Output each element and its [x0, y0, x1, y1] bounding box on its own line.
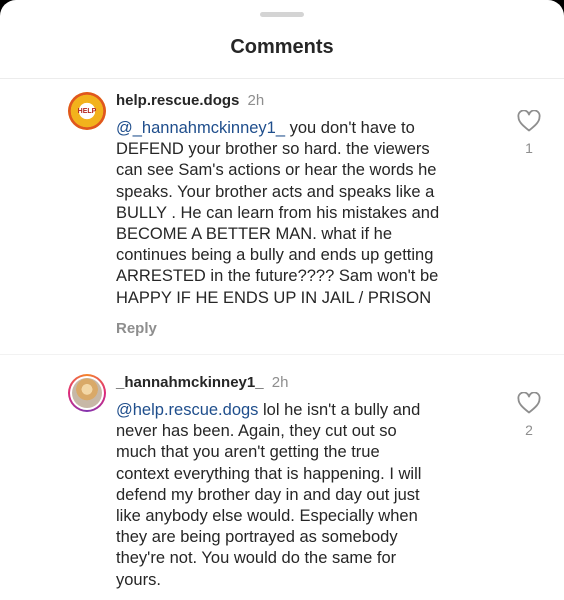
- comment-divider: [0, 354, 564, 355]
- drag-handle[interactable]: [260, 12, 304, 17]
- comment-line: continues being a bully and ends up gett…: [116, 246, 434, 265]
- avatar-ring: [70, 376, 104, 410]
- reply-button[interactable]: Reply: [116, 320, 157, 337]
- rescue-logo-icon: HELP: [68, 92, 106, 130]
- comment-line: DEFEND your brother so hard. the viewers: [116, 140, 430, 159]
- profile-photo: [72, 378, 102, 408]
- comment-line: they are being portrayed as somebody: [116, 528, 398, 547]
- page-title: Comments: [230, 36, 334, 58]
- comment-username[interactable]: help.rescue.dogs: [116, 92, 239, 109]
- comment-username[interactable]: _hannahmckinney1_: [116, 374, 264, 391]
- comments-sheet: Comments HELP help.rescue.dogs 2h @_hann…: [0, 0, 564, 600]
- comment-line: like anybody else would. Especially when: [116, 507, 418, 526]
- comment-line: defend my brother day in and day out jus…: [116, 485, 420, 504]
- like-button[interactable]: 2: [514, 392, 544, 438]
- comment-time: 2h: [271, 374, 289, 391]
- comment-text: @_hannahmckinney1_ you don't have to DEF…: [116, 118, 496, 309]
- comment-line-text: you don't have to: [285, 119, 415, 137]
- comment-meta: help.rescue.dogs 2h: [116, 92, 264, 110]
- comment-line: they're not. You would do the same for: [116, 549, 397, 568]
- avatar[interactable]: HELP: [68, 92, 106, 130]
- comment-line: ARRESTED in the future???? Sam won't be: [116, 267, 439, 286]
- comment-line: speaks. Your brother acts and speaks lik…: [116, 182, 435, 201]
- comment-line: context everything that is happening. I …: [116, 464, 422, 483]
- comment-line: never has been. Again, they cut out so: [116, 422, 397, 441]
- comment-line-text: lol he isn't a bully and: [258, 401, 421, 419]
- heart-outline-icon: [517, 110, 541, 132]
- comment-line: @help.rescue.dogs lol he isn't a bully a…: [116, 400, 496, 421]
- comment-line: much that you aren't getting the true: [116, 443, 380, 462]
- comment-text: @help.rescue.dogs lol he isn't a bully a…: [116, 400, 496, 591]
- comment-line: can see Sam's actions or hear the words …: [116, 161, 437, 180]
- comment-meta: _hannahmckinney1_ 2h: [116, 374, 288, 392]
- logo-text: HELP: [77, 107, 97, 115]
- mention-link[interactable]: @help.rescue.dogs: [116, 401, 258, 419]
- like-button[interactable]: 1: [514, 110, 544, 156]
- like-count: 2: [525, 422, 533, 438]
- comment-line: yours.: [116, 570, 161, 589]
- avatar[interactable]: [68, 374, 106, 412]
- mention-link[interactable]: @_hannahmckinney1_: [116, 119, 285, 137]
- like-count: 1: [525, 140, 533, 156]
- header-divider: [0, 78, 564, 79]
- comment-line: BECOME A BETTER MAN. what if he: [116, 225, 392, 244]
- comment-line: BULLY . He can learn from his mistakes a…: [116, 203, 440, 222]
- heart-outline-icon: [517, 392, 541, 414]
- comment-line: @_hannahmckinney1_ you don't have to: [116, 118, 496, 139]
- comment-time: 2h: [247, 92, 265, 109]
- comment-line: HAPPY IF HE ENDS UP IN JAIL / PRISON: [116, 288, 432, 307]
